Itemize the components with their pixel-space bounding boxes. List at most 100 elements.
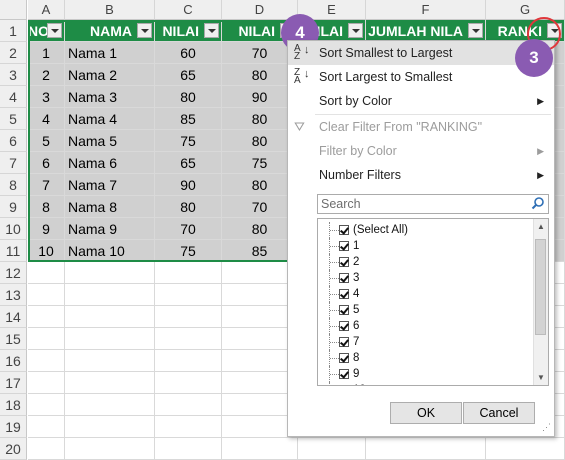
checkbox-checked-icon[interactable] [339,273,349,283]
filter-value-item[interactable]: 4 [318,286,518,302]
row-header-3[interactable]: 3 [0,64,27,86]
table-cell-nilai[interactable]: 60 [155,42,222,64]
row-header-8[interactable]: 8 [0,174,27,196]
table-cell-no[interactable]: 10 [28,240,65,262]
grid-cell[interactable] [28,416,65,438]
grid-cell[interactable] [28,306,65,328]
grid-cell[interactable] [155,284,222,306]
checkbox-checked-icon[interactable] [339,337,349,347]
cancel-button[interactable]: Cancel [463,402,535,424]
table-cell-nama[interactable]: Nama 5 [65,130,155,152]
row-header-2[interactable]: 2 [0,42,27,64]
row-header-14[interactable]: 14 [0,306,27,328]
row-header-16[interactable]: 16 [0,350,27,372]
table-cell-nama[interactable]: Nama 6 [65,152,155,174]
table-cell-nama[interactable]: Nama 9 [65,218,155,240]
grid-cell[interactable] [155,438,222,460]
grid-cell[interactable] [28,284,65,306]
grid-cell[interactable] [65,416,155,438]
resize-grip-icon[interactable]: ⋰ [542,422,551,433]
filter-value-item[interactable]: 10 [318,382,518,386]
grid-cell[interactable] [28,350,65,372]
row-header-5[interactable]: 5 [0,108,27,130]
row-header-1[interactable]: 1 [0,20,27,42]
grid-cell[interactable] [65,284,155,306]
grid-cell[interactable] [155,394,222,416]
grid-cell[interactable] [65,306,155,328]
select-all-corner[interactable] [0,0,27,20]
sort-ascending-item[interactable]: A Z ↓ Sort Smallest to Largest [288,41,554,65]
grid-cell[interactable] [28,438,65,460]
table-cell-no[interactable]: 2 [28,64,65,86]
grid-cell[interactable] [222,438,298,460]
filter-by-color-item[interactable]: Filter by Color ▶ [288,139,554,163]
checkbox-checked-icon[interactable] [339,385,349,386]
grid-cell[interactable] [65,394,155,416]
grid-cell[interactable] [155,372,222,394]
sort-descending-item[interactable]: Z A ↓ Sort Largest to Smallest [288,65,554,89]
sort-by-color-item[interactable]: Sort by Color ▶ [288,89,554,113]
table-cell-no[interactable]: 9 [28,218,65,240]
row-header-13[interactable]: 13 [0,284,27,306]
table-cell-nilai[interactable]: 75 [155,240,222,262]
row-header-10[interactable]: 10 [0,218,27,240]
filter-value-item[interactable]: 6 [318,318,518,334]
grid-cell[interactable] [298,438,366,460]
clear-filter-item[interactable]: ⛛ Clear Filter From "RANKING" [288,115,554,139]
column-header-g[interactable]: G [486,0,565,20]
grid-cell[interactable] [65,262,155,284]
grid-cell[interactable] [155,306,222,328]
table-cell-nilai[interactable]: 70 [155,218,222,240]
row-header-20[interactable]: 20 [0,438,27,460]
table-cell-no[interactable]: 3 [28,86,65,108]
grid-cell[interactable] [366,438,486,460]
row-header-7[interactable]: 7 [0,152,27,174]
row-header-19[interactable]: 19 [0,416,27,438]
checkbox-checked-icon[interactable] [339,241,349,251]
grid-cell[interactable] [155,328,222,350]
table-cell-no[interactable]: 7 [28,174,65,196]
grid-cell[interactable] [65,438,155,460]
grid-cell[interactable] [155,416,222,438]
grid-cell[interactable] [28,394,65,416]
list-scrollbar[interactable]: ▲ ▼ [533,219,548,385]
row-header-12[interactable]: 12 [0,262,27,284]
table-cell-nama[interactable]: Nama 10 [65,240,155,262]
table-cell-no[interactable]: 6 [28,152,65,174]
filter-dropdown-button-nilai1[interactable] [204,23,219,38]
grid-cell[interactable] [486,438,565,460]
table-cell-nama[interactable]: Nama 3 [65,86,155,108]
table-cell-nilai[interactable]: 65 [155,64,222,86]
checkbox-checked-icon[interactable] [339,321,349,331]
filter-dropdown-button-jumlah[interactable] [468,23,483,38]
checkbox-checked-icon[interactable] [339,225,349,235]
table-cell-nilai[interactable]: 65 [155,152,222,174]
checkbox-checked-icon[interactable] [339,257,349,267]
table-cell-nilai[interactable]: 80 [155,196,222,218]
column-header-a[interactable]: A [28,0,65,20]
filter-value-item[interactable]: 2 [318,254,518,270]
ok-button[interactable]: OK [390,402,462,424]
table-cell-nilai[interactable]: 75 [155,130,222,152]
checkbox-checked-icon[interactable] [339,353,349,363]
table-cell-nama[interactable]: Nama 7 [65,174,155,196]
row-header-6[interactable]: 6 [0,130,27,152]
grid-cell[interactable] [28,372,65,394]
filter-dropdown-button-nama[interactable] [137,23,152,38]
table-cell-no[interactable]: 4 [28,108,65,130]
filter-value-item[interactable]: 9 [318,366,518,382]
filter-value-item[interactable]: 7 [318,334,518,350]
column-header-d[interactable]: D [222,0,298,20]
grid-cell[interactable] [155,350,222,372]
grid-cell[interactable] [65,372,155,394]
table-cell-nilai[interactable]: 90 [155,174,222,196]
scroll-down-icon[interactable]: ▼ [537,373,545,382]
number-filters-item[interactable]: Number Filters ▶ [288,163,554,187]
filter-value-item[interactable]: 8 [318,350,518,366]
table-cell-no[interactable]: 5 [28,130,65,152]
grid-cell[interactable] [155,262,222,284]
table-cell-no[interactable]: 8 [28,196,65,218]
filter-dropdown-button-nilai3[interactable] [348,23,363,38]
column-header-f[interactable]: F [366,0,486,20]
scroll-thumb[interactable] [535,239,546,335]
